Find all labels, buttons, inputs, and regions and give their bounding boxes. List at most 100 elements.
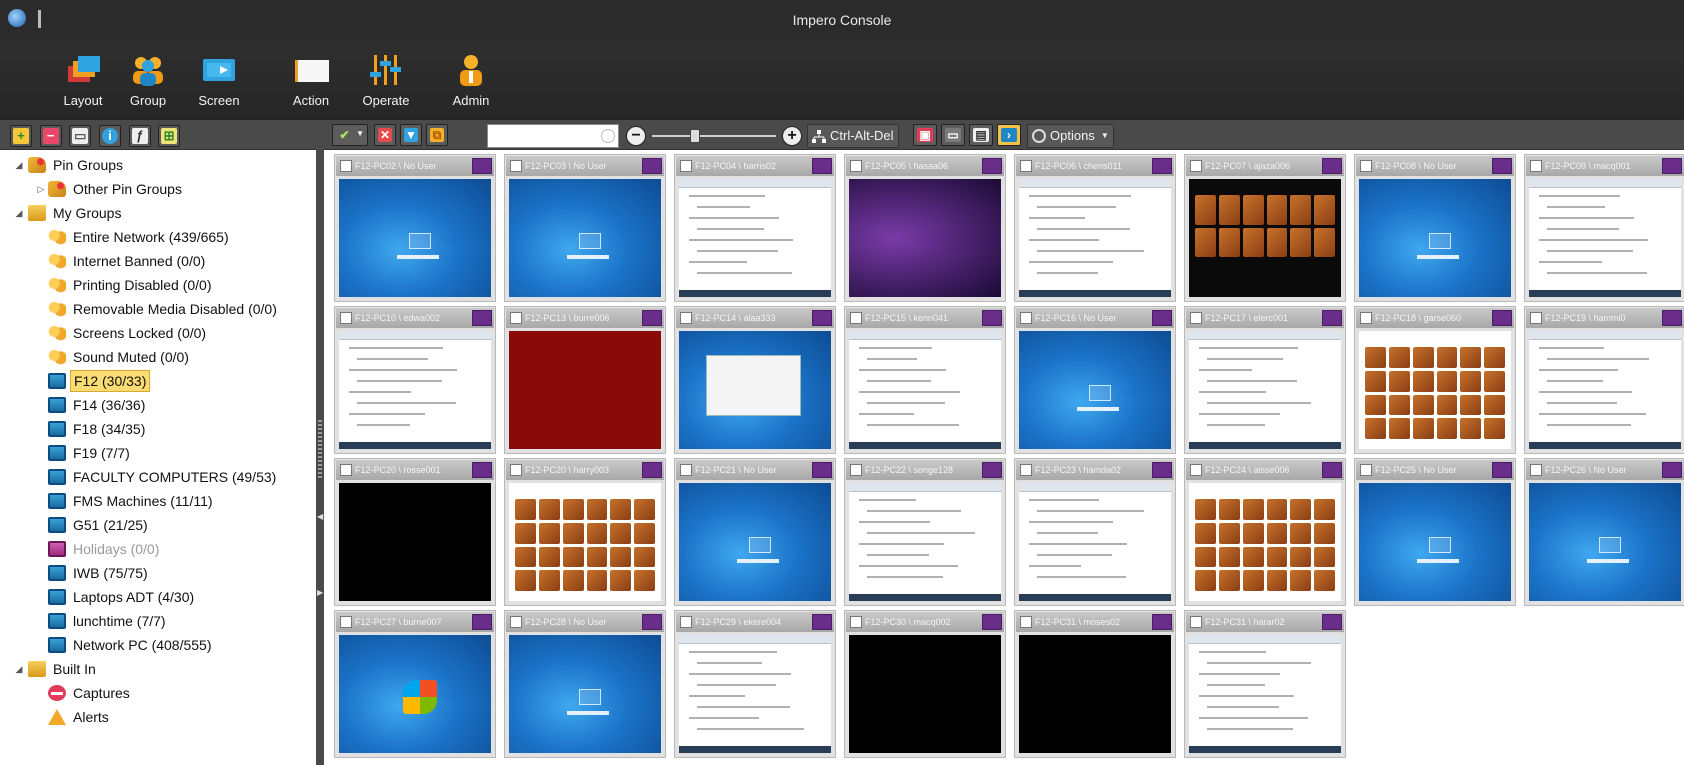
select-checkbox[interactable] xyxy=(1020,464,1032,476)
user-status-icon[interactable] xyxy=(1492,310,1512,326)
computer-thumbnail[interactable]: F12-PC13 \ burre006 xyxy=(504,306,666,454)
user-status-icon[interactable] xyxy=(1152,462,1172,478)
select-checkbox[interactable] xyxy=(1190,160,1202,172)
screen-preview[interactable] xyxy=(1189,483,1341,601)
ribbon-action-button[interactable]: Action xyxy=(278,48,344,108)
select-checkbox[interactable] xyxy=(1530,160,1542,172)
computer-thumbnail[interactable]: F12-PC22 \ songe128 xyxy=(844,458,1006,606)
select-checkbox[interactable] xyxy=(340,312,352,324)
user-status-icon[interactable] xyxy=(982,614,1002,630)
select-checkbox[interactable] xyxy=(1530,464,1542,476)
user-status-icon[interactable] xyxy=(642,310,662,326)
tree-node[interactable]: Captures xyxy=(0,682,323,706)
user-status-icon[interactable] xyxy=(812,462,832,478)
expanded-arrow-icon[interactable]: ◢ xyxy=(14,658,24,680)
user-status-icon[interactable] xyxy=(472,158,492,174)
user-status-icon[interactable] xyxy=(642,158,662,174)
select-checkbox[interactable] xyxy=(340,160,352,172)
user-status-icon[interactable] xyxy=(472,614,492,630)
expanded-arrow-icon[interactable]: ◢ xyxy=(14,202,24,224)
select-checkbox[interactable] xyxy=(1020,312,1032,324)
tree-node[interactable]: ▷ Other Pin Groups xyxy=(0,178,323,202)
tree-node[interactable]: F12 (30/33) xyxy=(0,370,323,394)
computer-thumbnail[interactable]: F12-PC04 \ harris02 xyxy=(674,154,836,302)
select-checkbox[interactable] xyxy=(1190,312,1202,324)
select-checkbox[interactable] xyxy=(680,160,692,172)
group-info-button[interactable]: i xyxy=(98,125,121,147)
tree-node[interactable]: F19 (7/7) xyxy=(0,442,323,466)
user-status-icon[interactable] xyxy=(472,310,492,326)
computer-thumbnail[interactable]: F12-PC16 \ No User xyxy=(1014,306,1176,454)
tree-node[interactable]: Holidays (0/0) xyxy=(0,538,323,562)
select-checkbox[interactable] xyxy=(1190,464,1202,476)
group-tree-button[interactable]: ⊞ xyxy=(158,125,181,147)
select-checkbox[interactable] xyxy=(1020,616,1032,628)
window-view-button[interactable]: ▤ xyxy=(969,124,993,146)
computer-thumbnail[interactable]: F12-PC31 \ moses02 xyxy=(1014,610,1176,758)
zoom-out-icon[interactable]: − xyxy=(626,126,646,146)
filter-button[interactable]: ▼ xyxy=(400,124,422,146)
screen-preview[interactable] xyxy=(849,635,1001,753)
computer-thumbnail[interactable]: F12-PC27 \ burne007 xyxy=(334,610,496,758)
user-status-icon[interactable] xyxy=(1492,462,1512,478)
tree-node[interactable]: F18 (34/35) xyxy=(0,418,323,442)
tree-node[interactable]: FACULTY COMPUTERS (49/53) xyxy=(0,466,323,490)
screen-preview[interactable] xyxy=(1529,179,1681,297)
options-dropdown[interactable]: Options ▼ xyxy=(1027,124,1114,148)
user-status-icon[interactable] xyxy=(812,158,832,174)
user-status-icon[interactable] xyxy=(1152,614,1172,630)
tree-node[interactable]: Printing Disabled (0/0) xyxy=(0,274,323,298)
screen-preview[interactable] xyxy=(679,331,831,449)
console-view-button[interactable]: › xyxy=(997,124,1021,146)
computer-thumbnail[interactable]: F12-PC20 \ harry003 xyxy=(504,458,666,606)
screen-preview[interactable] xyxy=(1019,179,1171,297)
lock-screen-button[interactable]: ▣ xyxy=(913,124,937,146)
select-checkbox[interactable] xyxy=(850,464,862,476)
splitter-grip[interactable] xyxy=(318,420,322,480)
screen-preview[interactable] xyxy=(679,179,831,297)
select-checkbox[interactable] xyxy=(680,312,692,324)
computer-thumbnail[interactable]: F12-PC15 \ kenn041 xyxy=(844,306,1006,454)
screen-preview[interactable] xyxy=(1359,331,1511,449)
ribbon-admin-button[interactable]: Admin xyxy=(438,48,504,108)
search-clear-icon[interactable] xyxy=(601,129,615,143)
ctrl-alt-del-button[interactable]: Ctrl-Alt-Del xyxy=(807,124,899,148)
tree-node[interactable]: FMS Machines (11/11) xyxy=(0,490,323,514)
tree-node[interactable]: F14 (36/36) xyxy=(0,394,323,418)
expand-arrow-icon[interactable]: ▶ xyxy=(317,588,323,597)
screen-preview[interactable] xyxy=(1359,483,1511,601)
screen-preview[interactable] xyxy=(849,179,1001,297)
screen-preview[interactable] xyxy=(509,635,661,753)
screen-preview[interactable] xyxy=(849,331,1001,449)
screen-preview[interactable] xyxy=(339,331,491,449)
computer-thumbnail[interactable]: F12-PC28 \ No User xyxy=(504,610,666,758)
computer-thumbnail[interactable]: F12-PC26 \ No User xyxy=(1524,458,1684,606)
screen-preview[interactable] xyxy=(849,483,1001,601)
remove-group-button[interactable]: − xyxy=(39,125,62,147)
select-checkbox[interactable] xyxy=(340,616,352,628)
tree-node[interactable]: Entire Network (439/665) xyxy=(0,226,323,250)
computer-thumbnail[interactable]: F12-PC23 \ hamda02 xyxy=(1014,458,1176,606)
select-checkbox[interactable] xyxy=(1020,160,1032,172)
computer-thumbnail[interactable]: F12-PC03 \ No User xyxy=(504,154,666,302)
select-checkbox[interactable] xyxy=(510,616,522,628)
computer-thumbnail[interactable]: F12-PC08 \ No User xyxy=(1354,154,1516,302)
collapse-arrow-icon[interactable]: ◀ xyxy=(317,512,323,521)
screen-preview[interactable] xyxy=(509,179,661,297)
screen-preview[interactable] xyxy=(339,179,491,297)
computer-thumbnail[interactable]: F12-PC02 \ No User xyxy=(334,154,496,302)
deselect-button[interactable]: ✕ xyxy=(374,124,396,146)
user-status-icon[interactable] xyxy=(1322,158,1342,174)
computer-thumbnail[interactable]: F12-PC18 \ garse060 xyxy=(1354,306,1516,454)
screen-preview[interactable] xyxy=(1189,635,1341,753)
zoom-in-icon[interactable]: + xyxy=(782,126,802,146)
screen-preview[interactable] xyxy=(1019,635,1171,753)
user-status-icon[interactable] xyxy=(1662,462,1682,478)
screen-preview[interactable] xyxy=(339,483,491,601)
computer-thumbnail[interactable]: F12-PC25 \ No User xyxy=(1354,458,1516,606)
tree-node[interactable]: Sound Muted (0/0) xyxy=(0,346,323,370)
select-checkbox[interactable] xyxy=(850,312,862,324)
tree-node[interactable]: Screens Locked (0/0) xyxy=(0,322,323,346)
computer-thumbnail[interactable]: F12-PC07 \ ajaza006 xyxy=(1184,154,1346,302)
computer-thumbnail[interactable]: F12-PC09 \ macq001 xyxy=(1524,154,1684,302)
